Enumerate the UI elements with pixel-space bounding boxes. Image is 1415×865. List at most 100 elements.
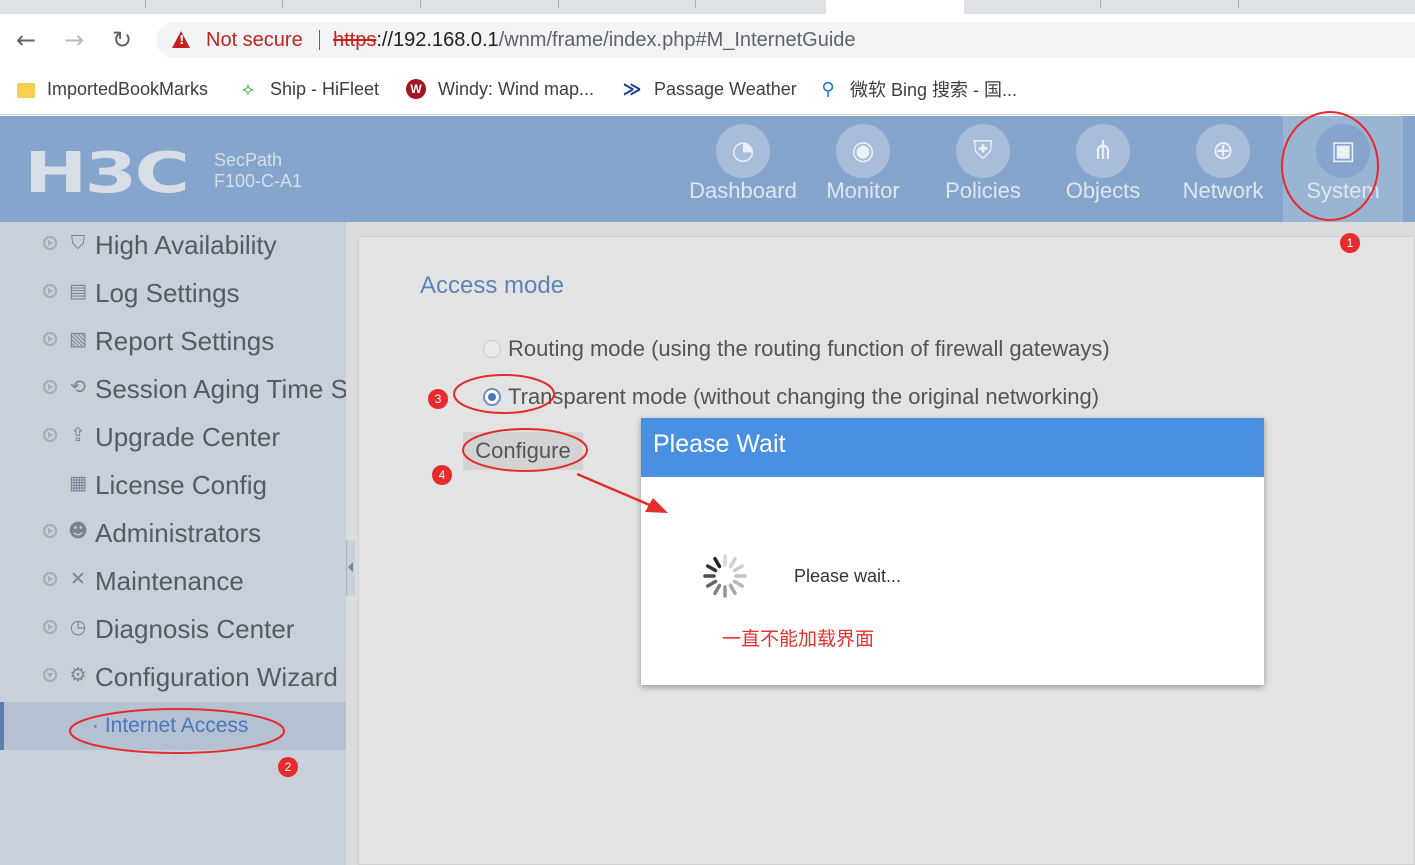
collapse-icon[interactable]	[43, 668, 57, 682]
tools-icon: ✕	[70, 568, 86, 590]
license-icon: ▦	[69, 472, 87, 494]
network-globe-icon: ⊕	[1196, 124, 1250, 178]
address-bar[interactable]: Not secure https://192.168.0.1/wnm/frame…	[156, 22, 1415, 58]
sidebar-item-label: Session Aging Time Se	[95, 374, 346, 404]
annotation-note: 一直不能加载界面	[722, 628, 875, 650]
bookmark-label: Windy: Wind map...	[438, 78, 595, 99]
back-button[interactable]: ←	[12, 26, 40, 54]
nav-objects[interactable]: ⋔ Objects	[1043, 116, 1163, 222]
nav-dashboard[interactable]: ◔ Dashboard	[683, 116, 803, 222]
windy-icon: W	[406, 79, 426, 99]
sidebar-item-administrators[interactable]: ☻ Administrators	[0, 510, 346, 558]
nav-label: Network	[1182, 178, 1264, 203]
sidebar-item-diagnosis-center[interactable]: ◷ Diagnosis Center	[0, 606, 346, 654]
report-icon: ▧	[69, 328, 87, 350]
tab-separator	[558, 0, 559, 8]
expand-icon[interactable]	[43, 236, 57, 250]
product-name: SecPath F100-C-A1	[214, 150, 302, 192]
bookmark-label: Passage Weather	[654, 78, 797, 99]
sidebar-item-label: Upgrade Center	[95, 422, 280, 452]
sidebar-item-high-availability[interactable]: ⛉ High Availability	[0, 222, 346, 270]
configure-button[interactable]: Configure	[463, 432, 583, 470]
omnibox-divider	[319, 30, 320, 50]
nav-monitor[interactable]: ◉ Monitor	[803, 116, 923, 222]
ship-icon: ⟡	[242, 79, 254, 99]
sidebar-item-label: Report Settings	[95, 326, 275, 356]
sidebar-item-label: Configuration Wizard	[95, 662, 338, 692]
nav-label: Policies	[945, 178, 1021, 203]
loading-spinner-icon	[703, 554, 747, 598]
step-badge-3: 3	[428, 389, 448, 409]
sidebar-item-upgrade-center[interactable]: ⇪ Upgrade Center	[0, 414, 346, 462]
active-browser-tab[interactable]	[826, 0, 964, 14]
tab-separator	[695, 0, 696, 8]
routing-mode-label[interactable]: Routing mode (using the routing function…	[508, 336, 1110, 362]
please-wait-dialog: Please Wait Please wait... 一直不能加载界面	[641, 418, 1264, 685]
expand-icon[interactable]	[43, 428, 57, 442]
url-path: /wnm/frame/index.php#M_InternetGuide	[498, 29, 856, 51]
bookmark-hifleet[interactable]: ⟡ Ship - HiFleet	[238, 76, 379, 102]
sidebar-item-internet-access[interactable]: · Internet Access	[0, 702, 346, 750]
not-secure-label[interactable]: Not secure	[206, 29, 303, 52]
expand-icon[interactable]	[43, 524, 57, 538]
dialog-message: Please wait...	[794, 566, 902, 586]
monitor-camera-icon: ◉	[836, 124, 890, 178]
bookmark-passage-weather[interactable]: ≫ Passage Weather	[622, 76, 797, 102]
bookmark-windy[interactable]: W Windy: Wind map...	[406, 76, 594, 102]
sidebar-item-label: Diagnosis Center	[95, 614, 295, 644]
tab-separator	[1238, 0, 1239, 8]
browser-toolbar: ← → ↻ Not secure https://192.168.0.1/wnm…	[0, 14, 1415, 66]
expand-icon[interactable]	[43, 332, 57, 346]
nav-policies[interactable]: ⛨ Policies	[923, 116, 1043, 222]
sidebar-item-session-aging[interactable]: ⟲ Session Aging Time Se	[0, 366, 346, 414]
reload-button[interactable]: ↻	[108, 26, 136, 54]
nav-label: Objects	[1065, 178, 1141, 203]
forward-button[interactable]: →	[60, 26, 88, 54]
browser-tab-strip	[0, 0, 1415, 14]
dialog-header: Please Wait	[641, 418, 1264, 477]
url-text[interactable]: https://192.168.0.1/wnm/frame/index.php#…	[333, 29, 856, 52]
sidebar-item-report-settings[interactable]: ▧ Report Settings	[0, 318, 346, 366]
sidebar-item-maintenance[interactable]: ✕ Maintenance	[0, 558, 346, 606]
routing-mode-radio[interactable]	[483, 340, 501, 358]
bookmark-label: Ship - HiFleet	[270, 78, 380, 99]
expand-icon[interactable]	[43, 620, 57, 634]
tab-separator	[282, 0, 283, 8]
tab-separator	[420, 0, 421, 8]
transparent-mode-option[interactable]: Transparent mode (without changing the o…	[483, 382, 1099, 412]
bookmark-bing[interactable]: ⚲ 微软 Bing 搜索 - 国...	[818, 76, 1017, 102]
dashboard-gauge-icon: ◔	[716, 124, 770, 178]
warning-triangle-icon[interactable]	[172, 31, 190, 48]
sidebar-item-license-config[interactable]: ▦ License Config	[0, 462, 346, 510]
sidebar-item-label: Administrators	[95, 518, 262, 548]
bookmark-imported[interactable]: ImportedBookMarks	[17, 76, 208, 102]
h3c-logo[interactable]: H3C	[24, 146, 190, 202]
sidebar-item-label: · Internet Access	[92, 714, 249, 737]
expand-icon[interactable]	[43, 380, 57, 394]
url-scheme: https	[333, 29, 377, 51]
sidebar-item-configuration-wizard[interactable]: ⚙ Configuration Wizard	[0, 654, 346, 702]
nav-label: System	[1306, 178, 1380, 203]
transparent-mode-label[interactable]: Transparent mode (without changing the o…	[508, 384, 1099, 410]
diagnosis-icon: ◷	[69, 616, 87, 638]
sidebar-item-label: High Availability	[95, 230, 277, 260]
transparent-mode-radio[interactable]	[483, 388, 501, 406]
sidebar-collapse-handle[interactable]	[346, 540, 355, 596]
expand-icon[interactable]	[43, 284, 57, 298]
tab-separator	[145, 0, 146, 8]
url-host: ://192.168.0.1	[376, 29, 499, 51]
access-mode-title: Access mode	[420, 272, 565, 299]
gear-icon: ⚙	[69, 664, 87, 686]
nav-label: Dashboard	[689, 178, 797, 203]
nav-system[interactable]: ▣ System	[1283, 116, 1403, 222]
routing-mode-option[interactable]: Routing mode (using the routing function…	[483, 334, 1110, 364]
dialog-title: Please Wait	[653, 430, 786, 458]
folder-icon	[17, 82, 35, 98]
step-badge-1: 1	[1340, 233, 1360, 253]
bookmark-label: ImportedBookMarks	[47, 78, 209, 99]
bookmarks-bar: ImportedBookMarks ⟡ Ship - HiFleet W Windy…	[0, 66, 1415, 115]
sidebar-item-log-settings[interactable]: ▤ Log Settings	[0, 270, 346, 318]
policies-shield-icon: ⛨	[956, 124, 1010, 178]
expand-icon[interactable]	[43, 572, 57, 586]
nav-network[interactable]: ⊕ Network	[1163, 116, 1283, 222]
